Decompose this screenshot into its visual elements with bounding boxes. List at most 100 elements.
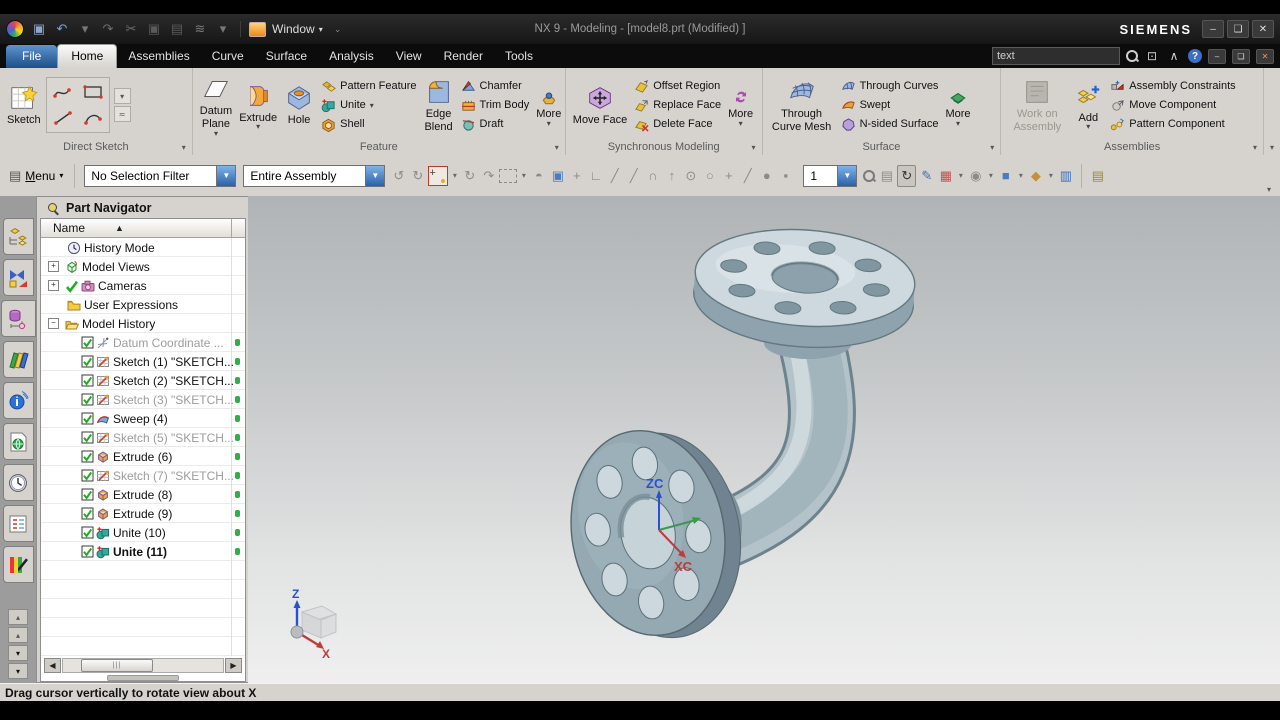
tree-item[interactable]: − Model History (41, 314, 245, 333)
perspective-icon[interactable]: ▦ (937, 166, 954, 186)
part-navigator-tab[interactable] (0, 300, 36, 337)
resource-scroll-top[interactable]: ▴ (8, 609, 28, 625)
tree-item[interactable]: Unite (10) (41, 523, 245, 542)
scroll-left-arrow[interactable]: ◀ (44, 658, 61, 673)
rendering-style-icon[interactable]: ◉ (967, 166, 984, 186)
orient-view-icon[interactable]: ◆ (1027, 166, 1044, 186)
feature-checkbox[interactable] (81, 374, 94, 387)
doc-restore-button[interactable]: ❏ (1232, 48, 1250, 64)
sketch-button[interactable]: Sketch (5, 82, 43, 128)
arc-center-snap-icon[interactable]: ⊙ (682, 166, 699, 186)
menu-button[interactable]: ▤ Menu ▾ (5, 166, 67, 186)
feature-checkbox[interactable] (81, 526, 94, 539)
perspective-dropdown[interactable]: ▾ (956, 166, 965, 186)
tree-item[interactable]: + Cameras (41, 276, 245, 295)
roles-tab[interactable] (2, 546, 34, 583)
paste-icon[interactable]: ▤ (168, 20, 186, 38)
tab-curve[interactable]: Curve (201, 45, 255, 68)
web-browser-tab[interactable] (2, 423, 34, 460)
offset-region-button[interactable]: Offset Region (634, 79, 721, 94)
work-section-icon[interactable]: ▣ (549, 166, 566, 186)
snap-dropdown[interactable]: ▾ (450, 166, 459, 186)
pin-icon[interactable] (47, 202, 59, 214)
shaded-view-icon[interactable]: ■ (997, 166, 1014, 186)
tab-tools[interactable]: Tools (494, 45, 544, 68)
restore-button[interactable]: ❏ (1227, 20, 1249, 38)
tree-item[interactable]: Extrude (6) (41, 447, 245, 466)
hole-button[interactable]: Hole (282, 82, 316, 128)
rotate-view-icon[interactable]: ↻ (897, 164, 917, 187)
tree-item-label[interactable]: Sketch (1) "SKETCH... (113, 355, 234, 369)
expand-toggle[interactable]: + (48, 261, 59, 272)
command-search-input[interactable] (992, 47, 1120, 65)
view-tool-dropdown[interactable]: ▾ (214, 20, 232, 38)
graphics-window[interactable]: ZC XC Z X (248, 196, 1280, 683)
tree-item-label[interactable]: Unite (10) (113, 526, 166, 540)
feature-checkbox[interactable] (81, 412, 94, 425)
selection-scope-select[interactable]: Entire Assembly ▼ (243, 164, 386, 187)
resource-scroll-down[interactable]: ▾ (8, 645, 28, 661)
rotate-curve-icon[interactable]: ↷ (480, 166, 497, 186)
tangent-snap-icon[interactable]: ╱ (739, 166, 756, 186)
tree-item-label[interactable]: User Expressions (84, 298, 178, 312)
tree-item-label[interactable]: Model History (82, 317, 155, 331)
tree-item-label[interactable]: Model Views (82, 260, 150, 274)
minimize-button[interactable]: – (1202, 20, 1224, 38)
group-dialog-arrow[interactable]: ▾ (182, 143, 186, 152)
tree-item[interactable]: + Model Views (41, 257, 245, 276)
point-on-curve-snap-icon[interactable]: ↑ (663, 166, 680, 186)
expand-toggle[interactable]: + (48, 280, 59, 291)
gesture-rotate-icon[interactable]: ↻ (409, 166, 426, 186)
circle-snap-icon[interactable]: ○ (701, 166, 718, 186)
n-sided-surface-button[interactable]: N-sided Surface (841, 117, 938, 132)
shell-button[interactable]: Shell (321, 117, 416, 132)
tab-assemblies[interactable]: Assemblies (117, 45, 200, 68)
window-menu-button[interactable]: Window ▾ (272, 22, 323, 36)
cut-icon[interactable]: ✂ (122, 20, 140, 38)
csys-icon[interactable]: ∟ (587, 166, 604, 186)
tab-view[interactable]: View (385, 45, 433, 68)
feature-checkbox[interactable] (81, 431, 94, 444)
search-icon[interactable] (1126, 50, 1138, 62)
palette-gallery-expand[interactable]: ≂ (113, 106, 131, 122)
work-on-assembly-button[interactable]: Work on Assembly (1006, 76, 1068, 134)
tree-item-label[interactable]: Sweep (4) (113, 412, 168, 426)
redo-icon[interactable]: ↷ (99, 20, 117, 38)
scrollbar-track[interactable]: ||| (62, 658, 224, 673)
history-tab[interactable] (2, 464, 34, 501)
rotate-point-icon[interactable]: ↻ (461, 166, 478, 186)
assembly-constraints-button[interactable]: Assembly Constraints (1110, 79, 1236, 94)
customize-qat-button[interactable]: ⌄ (329, 20, 347, 38)
tab-file[interactable]: File (6, 45, 58, 68)
marquee-select-icon[interactable] (499, 168, 518, 183)
tree-item-label[interactable]: Sketch (7) "SKETCH... (113, 469, 234, 483)
through-curves-button[interactable]: Through Curves (841, 79, 938, 94)
tree-item[interactable]: Sketch (2) "SKETCH... (41, 371, 245, 390)
feature-checkbox[interactable] (81, 450, 94, 463)
move-component-button[interactable]: Move Component (1110, 98, 1235, 113)
undo-dropdown[interactable]: ▾ (76, 20, 94, 38)
ribbon-overflow-arrow[interactable]: ▾ (1270, 143, 1274, 152)
feature-checkbox[interactable] (81, 545, 94, 558)
marquee-dropdown[interactable]: ▾ (519, 166, 528, 186)
sync-more-button[interactable]: More ▾ (726, 83, 755, 127)
replace-face-button[interactable]: Replace Face (634, 98, 721, 113)
trim-body-button[interactable]: Trim Body (461, 98, 529, 113)
panel-resize-grip[interactable] (41, 674, 245, 681)
shaded-view-dropdown[interactable]: ▾ (1016, 166, 1025, 186)
minimize-ribbon-icon[interactable]: ∧ (1166, 49, 1182, 63)
undo-icon[interactable]: ↶ (53, 20, 71, 38)
midpoint-snap-icon[interactable]: ╱ (625, 166, 642, 186)
name-column-header[interactable]: Name ▲ (41, 219, 245, 238)
tree-item[interactable]: Sweep (4) (41, 409, 245, 428)
doc-minimize-button[interactable]: – (1208, 48, 1226, 64)
constraint-navigator-tab[interactable] (2, 259, 34, 296)
feature-checkbox[interactable] (81, 488, 94, 501)
tree-item-label[interactable]: Sketch (5) "SKETCH... (113, 431, 234, 445)
surface-more-button[interactable]: More ▾ (943, 83, 972, 127)
pattern-component-button[interactable]: Pattern Component (1110, 117, 1235, 132)
swept-button[interactable]: Swept (841, 98, 939, 113)
reuse-library-tab[interactable] (2, 341, 34, 378)
box-icon[interactable]: ▪ (777, 166, 794, 186)
tab-analysis[interactable]: Analysis (318, 45, 385, 68)
